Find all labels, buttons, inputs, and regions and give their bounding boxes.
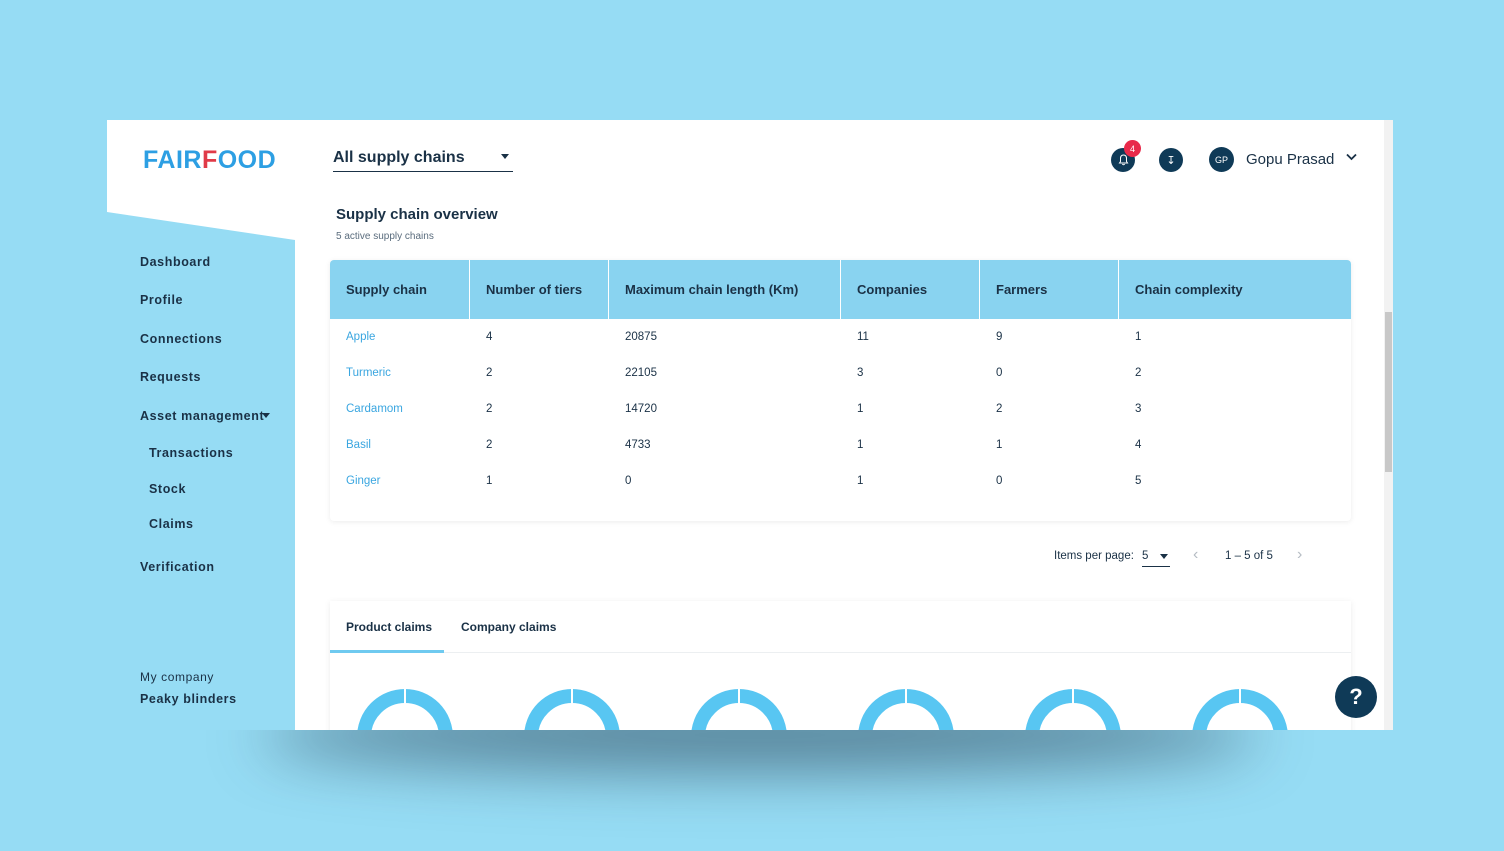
table-cell: 0 [996,367,1003,379]
donut-separator [571,689,573,705]
table-cell: 14720 [625,403,657,415]
notification-badge: 4 [1124,140,1141,157]
sidebar-item-dashboard[interactable]: Dashboard [140,255,211,269]
page-title: Supply chain overview [336,206,498,223]
column-header[interactable]: Farmers [980,260,1119,319]
table-cell: 3 [857,367,864,379]
table-cell: 2 [486,403,493,415]
table-row[interactable]: Apple 4 20875 11 9 1 [330,319,1351,355]
supply-chain-link[interactable]: Apple [330,319,375,355]
sidebar-item-requests[interactable]: Requests [140,370,201,384]
page-subtitle: 5 active supply chains [336,231,434,242]
page-range: 1 – 5 of 5 [1225,550,1273,562]
claims-card: Product claims Company claims [330,601,1351,730]
supply-chain-link[interactable]: Cardamom [330,391,403,427]
items-per-page-label: Items per page: [1054,550,1134,562]
user-name[interactable]: Gopu Prasad [1246,151,1334,168]
table-row[interactable]: Cardamom 2 14720 1 2 3 [330,391,1351,427]
chevron-down-icon [1160,554,1168,559]
sidebar-item-verification[interactable]: Verification [140,560,215,574]
table-cell: 0 [996,475,1003,487]
table-cell: 22105 [625,367,657,379]
tab-company-claims[interactable]: Company claims [445,601,572,653]
next-page-icon[interactable]: › [1297,546,1302,564]
tab-divider [330,652,1351,653]
avatar[interactable]: GP [1209,147,1234,172]
table-cell: 1 [857,439,864,451]
sidebar-item-asset-management[interactable]: Asset management [140,409,264,423]
sidebar [107,212,295,730]
table-cell: 4 [486,331,493,343]
scrollbar-thumb[interactable] [1385,312,1392,472]
donut-separator [404,689,406,705]
column-header[interactable]: Number of tiers [470,260,609,319]
sidebar-item-stock[interactable]: Stock [149,482,186,496]
chevron-down-icon[interactable] [1346,153,1357,161]
donut-separator [738,689,740,705]
table-cell: 20875 [625,331,657,343]
table-cell: 0 [625,475,632,487]
logo-text-fair: FAIR [143,146,202,174]
table-cell: 3 [1135,403,1142,415]
table-cell: 9 [996,331,1003,343]
supply-chain-link[interactable]: Turmeric [330,355,391,391]
logo-text-f: F [201,146,218,174]
table-cell: 1 [857,403,864,415]
table-cell: 2 [486,367,493,379]
company-name[interactable]: Peaky blinders [140,692,237,706]
sidebar-item-transactions[interactable]: Transactions [149,446,233,460]
active-tab-indicator [330,650,444,653]
table-cell: 4733 [625,439,651,451]
download-button[interactable]: ↧ [1159,148,1183,172]
column-header[interactable]: Companies [841,260,980,319]
supply-chain-select-value: All supply chains [333,149,465,166]
table-cell: 1 [486,475,493,487]
supply-chain-select[interactable]: All supply chains [333,147,513,172]
prev-page-icon[interactable]: ‹ [1193,546,1198,564]
items-per-page-select[interactable]: 5 [1142,548,1170,567]
table-cell: 2 [996,403,1003,415]
supply-chain-table: Supply chain Number of tiers Maximum cha… [330,260,1351,521]
sidebar-item-claims[interactable]: Claims [149,517,194,531]
table-row[interactable]: Turmeric 2 22105 3 0 2 [330,355,1351,391]
table-cell: 5 [1135,475,1142,487]
sidebar-item-connections[interactable]: Connections [140,332,222,346]
column-header[interactable]: Chain complexity [1119,260,1351,319]
table-cell: 4 [1135,439,1142,451]
download-icon: ↧ [1166,154,1176,167]
fairfood-logo[interactable]: FAIRFOOD [143,146,276,175]
donut-separator [1072,689,1074,705]
donut-separator [905,689,907,705]
my-company-label: My company [140,670,215,684]
app-window: FAIRFOOD All supply chains 4 ↧ GP Gopu P… [107,120,1393,730]
supply-chain-link[interactable]: Basil [330,427,371,463]
table-cell: 11 [857,331,869,343]
table-cell: 2 [486,439,493,451]
table-cell: 2 [1135,367,1142,379]
table-row[interactable]: Basil 2 4733 1 1 4 [330,427,1351,463]
table-cell: 1 [1135,331,1142,343]
column-header[interactable]: Maximum chain length (Km) [609,260,841,319]
table-cell: 1 [857,475,864,487]
items-per-page-value: 5 [1142,550,1149,562]
logo-text-ood: OOD [217,146,277,174]
table-row[interactable]: Ginger 1 0 1 0 5 [330,463,1351,499]
column-header[interactable]: Supply chain [330,260,470,319]
tab-product-claims[interactable]: Product claims [330,601,448,653]
supply-chain-link[interactable]: Ginger [330,463,381,499]
bell-icon [1118,154,1128,166]
chevron-down-icon[interactable] [262,413,270,418]
donut-separator [1239,689,1241,705]
table-header: Supply chain Number of tiers Maximum cha… [330,260,1351,319]
sidebar-item-profile[interactable]: Profile [140,293,183,307]
help-button[interactable]: ? [1335,676,1377,718]
table-cell: 1 [996,439,1003,451]
chevron-down-icon [501,154,509,159]
